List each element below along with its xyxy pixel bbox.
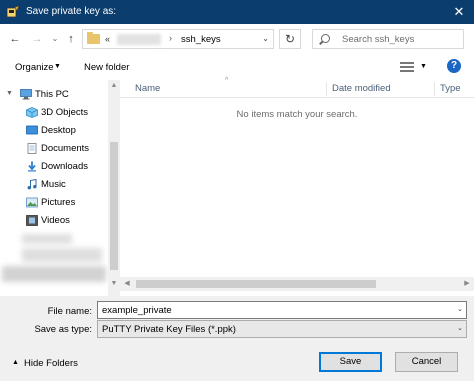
column-date-modified[interactable]: Date modified (332, 83, 391, 94)
chevron-right-icon[interactable]: › (169, 33, 172, 43)
forward-button[interactable]: → (30, 32, 44, 46)
desktop-icon (26, 125, 38, 135)
nav-item-3d-objects[interactable]: 3D Objects (0, 104, 108, 122)
chevron-down-icon[interactable]: ⌄ (262, 34, 269, 43)
organize-button[interactable]: Organize (15, 62, 54, 73)
navigation-pane: ▼ This PC 3D Objects Desktop Documents D… (0, 80, 120, 296)
nav-label: Music (41, 179, 66, 190)
redacted-nav-item-selected (2, 266, 106, 282)
nav-scrollbar[interactable]: ▲ ▼ (108, 80, 120, 296)
search-icon (321, 34, 330, 43)
nav-item-this-pc[interactable]: ▼ This PC (0, 86, 108, 104)
folder-icon (87, 32, 100, 44)
nav-item-videos[interactable]: Videos (0, 212, 108, 230)
scroll-down-icon[interactable]: ▼ (108, 278, 120, 290)
file-name-value: example_private (102, 305, 172, 316)
nav-item-desktop[interactable]: Desktop (0, 122, 108, 140)
sort-ascending-icon: ^ (225, 77, 229, 84)
new-folder-button[interactable]: New folder (84, 62, 129, 73)
3d-objects-icon (26, 107, 38, 118)
view-options-icon[interactable] (400, 61, 414, 73)
breadcrumb-overflow[interactable]: « (105, 34, 110, 44)
redacted-nav-item (22, 234, 72, 244)
save-as-type-label: Save as type: (34, 324, 92, 335)
save-as-type-value: PuTTY Private Key Files (*.ppk) (102, 324, 236, 335)
scrollbar-thumb[interactable] (110, 142, 118, 270)
caret-up-icon: ▲ (12, 359, 19, 366)
save-as-type-select[interactable]: PuTTY Private Key Files (*.ppk) ⌄ (97, 320, 467, 338)
window-title: Save private key as: (26, 6, 117, 17)
file-name-label: File name: (47, 306, 92, 317)
nav-item-documents[interactable]: Documents (0, 140, 108, 158)
search-placeholder: Search ssh_keys (342, 34, 415, 45)
back-button[interactable]: ← (8, 32, 22, 46)
refresh-button[interactable]: ↻ (279, 29, 301, 49)
redacted-nav-item (22, 248, 102, 262)
column-divider[interactable] (434, 82, 435, 96)
scrollbar-thumb[interactable] (136, 280, 376, 288)
recent-locations-dropdown[interactable]: ⌄ (48, 32, 62, 46)
puttygen-app-icon (6, 5, 20, 18)
up-button[interactable]: ↑ (64, 32, 78, 46)
command-toolbar: Organize ▼ New folder ▼ ? (0, 54, 474, 80)
redacted-path-segment (117, 34, 161, 45)
caret-down-icon[interactable]: ▼ (54, 63, 61, 70)
column-divider[interactable] (326, 82, 327, 96)
downloads-icon (28, 161, 36, 172)
save-form: File name: example_private ⌄ Save as typ… (0, 296, 474, 381)
scroll-right-icon[interactable]: ▶ (460, 277, 474, 291)
file-name-input[interactable]: example_private ⌄ (97, 301, 467, 319)
scroll-up-icon[interactable]: ▲ (108, 80, 120, 92)
documents-icon (27, 143, 37, 154)
chevron-down-icon[interactable]: ⌄ (457, 324, 463, 332)
empty-message: No items match your search. (236, 109, 358, 120)
file-list: ^ Name Date modified Type No items match… (120, 77, 474, 296)
column-header-row: ^ Name Date modified Type (120, 77, 474, 98)
cancel-button[interactable]: Cancel (395, 352, 458, 372)
music-icon (27, 179, 37, 190)
search-input[interactable]: Search ssh_keys (312, 29, 464, 49)
help-icon[interactable]: ? (447, 59, 461, 73)
nav-label: Downloads (41, 161, 88, 172)
chevron-down-icon[interactable]: ▼ (6, 90, 13, 97)
computer-icon (20, 89, 32, 100)
scroll-left-icon[interactable]: ◀ (120, 277, 134, 291)
hide-folders-label: Hide Folders (24, 358, 78, 369)
navigation-bar: ← → ⌄ ↑ « › ssh_keys ⌄ ↻ Search ssh_keys (0, 24, 474, 54)
chevron-down-icon[interactable]: ⌄ (457, 305, 463, 313)
nav-label: Videos (41, 215, 70, 226)
close-button[interactable]: ✕ (444, 0, 474, 24)
videos-icon (26, 215, 38, 226)
title-bar: Save private key as: ✕ (0, 0, 474, 24)
nav-label: Pictures (41, 197, 76, 208)
nav-item-music[interactable]: Music (0, 176, 108, 194)
nav-item-pictures[interactable]: Pictures (0, 194, 108, 212)
nav-item-downloads[interactable]: Downloads (0, 158, 108, 176)
column-type[interactable]: Type (440, 83, 461, 94)
nav-label: Documents (41, 143, 90, 154)
nav-label: 3D Objects (41, 107, 88, 118)
address-bar[interactable]: « › ssh_keys ⌄ (82, 29, 274, 49)
caret-down-icon[interactable]: ▼ (420, 63, 427, 70)
pictures-icon (26, 197, 38, 208)
nav-label: This PC (35, 89, 69, 100)
save-button[interactable]: Save (319, 352, 382, 372)
list-horizontal-scrollbar[interactable]: ◀ ▶ (120, 277, 474, 291)
nav-label: Desktop (41, 125, 76, 136)
column-name[interactable]: Name (135, 83, 160, 94)
breadcrumb-current[interactable]: ssh_keys (181, 34, 221, 45)
